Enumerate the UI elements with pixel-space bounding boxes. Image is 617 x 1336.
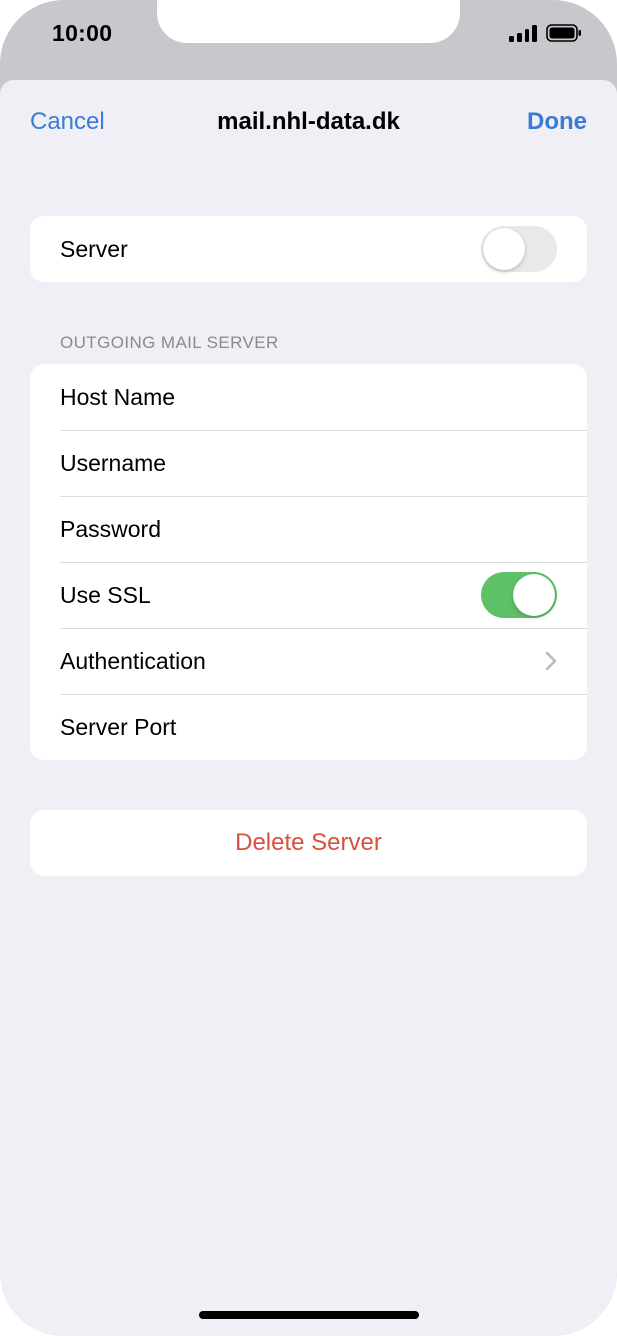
- settings-sheet: mail.nhl-data.dk Cancel Done Server OUTG…: [0, 80, 617, 1336]
- authentication-row[interactable]: Authentication: [30, 628, 587, 694]
- server-port-label: Server Port: [60, 713, 177, 740]
- battery-icon: [546, 24, 581, 42]
- toggle-knob: [483, 228, 525, 270]
- password-label: Password: [60, 515, 161, 542]
- username-row[interactable]: Username: [30, 430, 587, 496]
- server-port-row[interactable]: Server Port: [30, 694, 587, 760]
- done-button[interactable]: Done: [527, 108, 587, 136]
- server-group: Server: [30, 216, 587, 282]
- chevron-right-icon: [545, 651, 557, 671]
- server-label: Server: [60, 235, 128, 262]
- delete-group: Delete Server: [30, 810, 587, 876]
- outgoing-server-group: Host Name Username Password Use SSL Auth…: [30, 364, 587, 760]
- delete-server-button[interactable]: Delete Server: [30, 810, 587, 876]
- username-label: Username: [60, 449, 167, 476]
- server-toggle[interactable]: [481, 226, 557, 272]
- outgoing-section-header: OUTGOING MAIL SERVER: [60, 333, 279, 352]
- server-row: Server: [30, 216, 587, 282]
- use-ssl-toggle[interactable]: [481, 572, 557, 618]
- password-row[interactable]: Password: [30, 496, 587, 562]
- home-indicator[interactable]: [199, 1311, 419, 1319]
- host-name-row[interactable]: Host Name: [30, 364, 587, 430]
- authentication-label: Authentication: [60, 647, 206, 674]
- device-frame: 10:00 mail.nhl-data.dk Cancel Done Serve…: [0, 0, 617, 1336]
- cancel-button[interactable]: Cancel: [30, 108, 105, 136]
- cellular-signal-icon: [509, 24, 537, 42]
- notch: [157, 0, 460, 43]
- host-name-label: Host Name: [60, 383, 176, 410]
- use-ssl-row: Use SSL: [30, 562, 587, 628]
- delete-server-label: Delete Server: [235, 829, 382, 856]
- toggle-knob: [513, 574, 555, 616]
- use-ssl-label: Use SSL: [60, 581, 151, 608]
- status-bar: 10:00: [0, 0, 617, 80]
- status-time: 10:00: [52, 20, 113, 46]
